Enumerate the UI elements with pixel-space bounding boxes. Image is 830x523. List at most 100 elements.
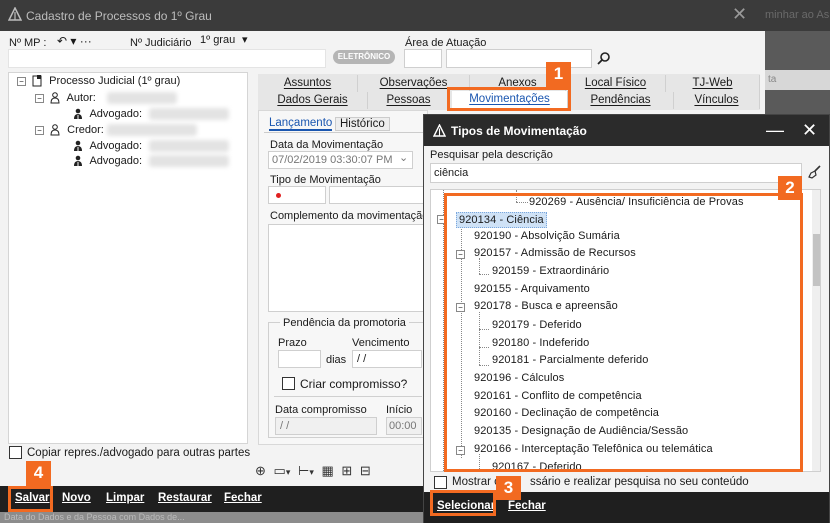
pendencia-label: Pendência da promotoria: [280, 317, 409, 329]
area-label: Área de Atuação: [405, 37, 487, 49]
app-logo-icon: [8, 7, 22, 21]
add-icon[interactable]: ⊕: [255, 463, 266, 478]
judiciario-label: Nº Judiciário: [130, 37, 192, 49]
tipo-label: Tipo de Movimentação: [270, 174, 381, 186]
credor-name-redacted: [107, 124, 197, 136]
area-code-input[interactable]: [404, 49, 442, 68]
grid-icon[interactable]: ▦: [321, 463, 333, 478]
tree-credor-label: Credor:: [67, 124, 104, 136]
background-window-header: ta: [765, 70, 830, 90]
copiar-label: Copiar repres./advogado para outras part…: [27, 447, 251, 459]
tree-autor[interactable]: − Autor:: [35, 92, 96, 104]
dropdown-icon[interactable]: ▾: [286, 467, 291, 477]
dias-label: dias: [326, 354, 347, 366]
callout-1-badge: 1: [546, 62, 571, 87]
tab-local-fisico[interactable]: Local Físico: [566, 75, 666, 92]
highlight-movimentacoes-tab: [447, 87, 571, 111]
divider: [274, 396, 422, 397]
person-icon: [50, 92, 60, 104]
required-dot-icon: [276, 193, 281, 198]
complemento-textarea[interactable]: [268, 224, 424, 312]
fechar-button[interactable]: Fechar: [224, 492, 262, 504]
highlight-salvar-button: [8, 486, 53, 512]
collapse-icon[interactable]: −: [35, 93, 44, 103]
tab-pendencias[interactable]: Pendências: [568, 92, 674, 109]
tipo-desc-input[interactable]: [329, 186, 424, 204]
subtab-historico[interactable]: Histórico: [335, 117, 390, 131]
folder-icon[interactable]: ▭: [274, 463, 286, 478]
tab-dados-gerais[interactable]: Dados Gerais: [258, 92, 368, 109]
collapse-icon[interactable]: −: [35, 125, 44, 135]
criar-compromisso-checkbox[interactable]: [282, 377, 295, 390]
search-icon[interactable]: [597, 51, 611, 65]
tree-credor[interactable]: − Credor:: [35, 124, 104, 136]
callout-4-badge: 4: [26, 461, 51, 486]
tab-tj-web[interactable]: TJ-Web: [666, 75, 760, 92]
callout-3-badge: 3: [496, 476, 521, 500]
app-logo-icon: [433, 124, 446, 137]
tree-advogado-1[interactable]: Advogado:: [73, 108, 142, 120]
copiar-checkbox[interactable]: [9, 446, 22, 459]
person-icon: [50, 124, 60, 136]
background-window-title: minhar ao As: [765, 0, 830, 31]
judiciario-input[interactable]: [8, 49, 326, 68]
chevron-down-icon[interactable]: ⌄: [399, 151, 408, 164]
mostrar-label: Mostrar c: [452, 476, 500, 488]
prazo-input[interactable]: [278, 350, 321, 368]
dialog-titlebar: Tipos de Movimentação — ✕: [424, 115, 829, 146]
nmp-controls[interactable]: ↶ ▾ ···: [57, 34, 92, 48]
lawyer-icon: [74, 140, 82, 152]
scrollbar[interactable]: [812, 190, 820, 471]
process-tree[interactable]: − Processo Judicial (1º grau) − Autor: A…: [8, 72, 248, 444]
fechar-dialog-button[interactable]: Fechar: [508, 500, 546, 512]
close-icon[interactable]: ✕: [732, 4, 747, 25]
mostrar-checkbox[interactable]: [434, 476, 447, 489]
tree-advogado-label: Advogado:: [89, 140, 143, 152]
close-icon[interactable]: ✕: [802, 120, 817, 141]
collapse-icon[interactable]: −: [17, 76, 26, 86]
tree-root-label: Processo Judicial (1º grau): [49, 75, 181, 87]
data-compromisso-input[interactable]: [275, 417, 377, 435]
search-input[interactable]: [430, 163, 802, 183]
dropdown-icon[interactable]: ▾: [309, 467, 314, 477]
tree-icon[interactable]: ⊢: [298, 463, 309, 478]
tree-advogado-label: Advogado:: [89, 108, 143, 120]
scrollbar-thumb[interactable]: [813, 234, 820, 286]
eletronico-badge: ELETRÔNICO: [333, 50, 395, 64]
tab-assuntos[interactable]: Assuntos: [258, 75, 358, 92]
novo-button[interactable]: Novo: [62, 492, 91, 504]
advogado-name-redacted: [149, 140, 229, 152]
highlight-selecionar-button: [430, 490, 496, 516]
tree-root[interactable]: − Processo Judicial (1º grau): [17, 75, 180, 87]
vencimento-value: / /: [357, 353, 367, 365]
document-icon: [32, 75, 42, 87]
broom-icon[interactable]: [808, 165, 822, 179]
limpar-button[interactable]: Limpar: [106, 492, 144, 504]
dialog-title: Tipos de Movimentação: [451, 124, 587, 138]
tab-vinculos[interactable]: Vínculos: [674, 92, 760, 109]
search-label: Pesquisar pela descrição: [430, 149, 553, 161]
toolbar: ⊕ ▭▾ ⊢▾ ▦ ⊞ ⊟: [255, 463, 425, 481]
grau-select[interactable]: 1º grau: [200, 34, 235, 46]
lawyer-icon: [74, 108, 82, 120]
lawyer-icon: [74, 155, 82, 167]
data-compromisso-label: Data compromisso: [275, 404, 367, 416]
tree-advogado-label: Advogado:: [89, 155, 143, 167]
callout-2-badge: 2: [778, 176, 802, 200]
divider: [264, 132, 424, 133]
tab-pessoas[interactable]: Pessoas: [368, 92, 450, 109]
advogado-name-redacted: [149, 108, 229, 120]
tree-advogado-3[interactable]: Advogado:: [73, 155, 142, 167]
tree-autor-label: Autor:: [66, 92, 96, 104]
nmp-label: Nº MP :: [9, 37, 47, 49]
minimize-icon[interactable]: —: [766, 120, 784, 141]
data-compromisso-value: / /: [280, 420, 290, 432]
prazo-label: Prazo: [278, 337, 307, 349]
export-icon[interactable]: ⊟: [360, 463, 371, 478]
restaurar-button[interactable]: Restaurar: [158, 492, 212, 504]
link-icon[interactable]: ⊞: [341, 463, 352, 478]
autor-name-redacted: [107, 92, 177, 104]
tree-advogado-2[interactable]: Advogado:: [73, 140, 142, 152]
chevron-down-icon[interactable]: ▾: [242, 33, 248, 46]
subtab-lancamento[interactable]: Lançamento: [269, 117, 333, 131]
